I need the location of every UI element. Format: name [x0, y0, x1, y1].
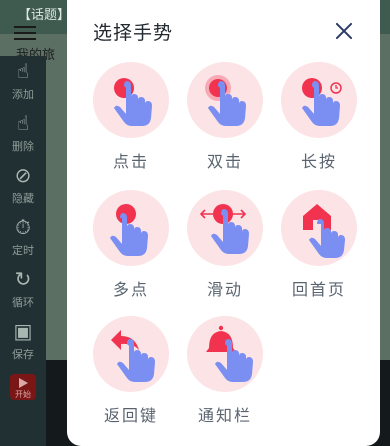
gesture-label: 双击 — [206, 152, 243, 171]
sidebar-item-save[interactable]: ▣ 保存 — [0, 320, 46, 362]
sidebar-item-hide[interactable]: ⊘ 隐藏 — [0, 164, 46, 206]
gesture-label: 返回键 — [103, 406, 158, 425]
sidebar-item-label: 隐藏 — [12, 192, 34, 205]
timer-icon: ⏱ — [15, 215, 31, 239]
sidebar-item-add[interactable]: ☝ 添加 — [0, 60, 46, 102]
gesture-long-press[interactable]: 长按 — [279, 62, 359, 174]
topic-text: 【话题】 — [18, 8, 71, 23]
double-tap-icon — [205, 75, 246, 126]
sidebar-item-label: 保存 — [12, 348, 34, 361]
sidebar-item-label: 添加 — [12, 88, 34, 101]
dialog-title: 选择手势 — [93, 22, 174, 44]
notification-icon — [206, 325, 253, 382]
hide-icon: ⊘ — [14, 163, 32, 187]
sidebar-item-label: 循环 — [12, 296, 34, 309]
start-button[interactable]: 开始 — [10, 374, 36, 400]
sidebar-item-loop[interactable]: ↻ 循环 — [0, 268, 46, 310]
gesture-label: 点击 — [112, 152, 149, 171]
close-icon[interactable] — [331, 18, 357, 44]
gesture-double-tap[interactable]: 双击 — [185, 62, 265, 174]
hand-icon: ☝ — [16, 59, 30, 83]
long-press-icon — [302, 78, 342, 126]
menu-icon[interactable] — [14, 26, 36, 40]
multi-touch-icon — [110, 204, 148, 256]
gesture-multi-touch[interactable]: 多点 — [91, 190, 171, 302]
gesture-back[interactable]: 返回键 — [91, 316, 171, 428]
gesture-home[interactable]: 回首页 — [279, 190, 359, 302]
swipe-icon — [199, 204, 249, 254]
gesture-label: 多点 — [112, 280, 149, 299]
gesture-label: 回首页 — [291, 280, 346, 299]
save-icon: ▣ — [13, 319, 33, 343]
sidebar-item-timer[interactable]: ⏱ 定时 — [0, 216, 46, 258]
back-icon — [111, 330, 155, 382]
gesture-label: 滑动 — [206, 280, 243, 299]
gesture-swipe[interactable]: 滑动 — [185, 190, 265, 302]
gesture-tap[interactable]: 点击 — [91, 62, 171, 174]
gesture-label: 长按 — [300, 152, 337, 171]
sidebar-item-label: 删除 — [12, 140, 34, 153]
loop-icon: ↻ — [14, 267, 32, 291]
sidebar-item-label: 定时 — [12, 244, 34, 257]
hand-icon: ☝ — [16, 111, 30, 135]
home-icon — [303, 204, 345, 258]
gesture-label: 通知栏 — [197, 406, 252, 425]
tap-icon — [114, 78, 152, 126]
sidebar-item-delete[interactable]: ☝ 删除 — [0, 112, 46, 154]
gesture-picker-dialog: 选择手势 点击 双击 长按 多点 滑动 回首页 返回键 通知栏 — [67, 0, 380, 446]
gesture-notification[interactable]: 通知栏 — [185, 316, 265, 428]
